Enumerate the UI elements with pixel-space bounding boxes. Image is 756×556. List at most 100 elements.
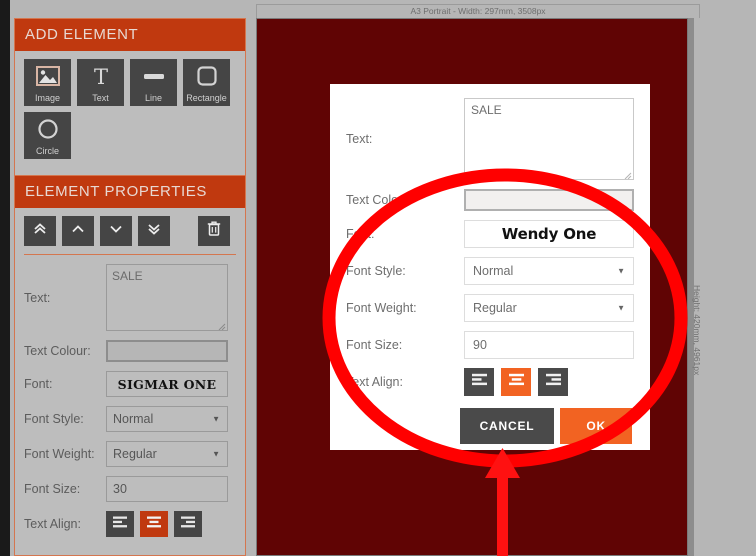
app-root: ADD ELEMENT Image T Text Line Rectangle … [0, 0, 756, 556]
modal-font-size-label: Font Size: [346, 338, 403, 352]
modal-font-style-value: Normal [473, 264, 514, 278]
align-left-icon [111, 515, 129, 534]
double-chevron-down-icon [146, 221, 162, 242]
move-to-front-button[interactable] [24, 216, 56, 246]
modal-font-label: Font: [346, 227, 375, 241]
add-element-title: ADD ELEMENT [15, 19, 245, 51]
sidebar-text-colour-swatch[interactable] [106, 340, 228, 362]
chevron-down-icon: ▼ [212, 449, 220, 459]
cancel-button[interactable]: CANCEL [459, 408, 555, 444]
modal-font-weight-value: Regular [473, 301, 517, 315]
circle-icon [24, 112, 71, 146]
modal-font-size-row: Font Size: 90 [346, 331, 634, 359]
align-right-icon [179, 515, 197, 534]
sidebar-text-input[interactable]: SALE [106, 264, 228, 331]
modal-text-align-group [464, 368, 568, 396]
modal-text-input[interactable]: SALE [464, 98, 634, 180]
sidebar-font-row: Font: SIGMAR ONE [24, 371, 236, 397]
chevron-up-icon [70, 221, 86, 242]
tool-row-1: Image T Text Line Rectangle [24, 59, 236, 106]
svg-text:T: T [93, 65, 107, 87]
move-up-button[interactable] [62, 216, 94, 246]
modal-font-style-row: Font Style: Normal ▼ [346, 257, 634, 285]
sidebar-align-center-button[interactable] [140, 511, 168, 537]
sidebar-text-colour-label: Text Colour: [24, 344, 91, 358]
sidebar-font-style-select[interactable]: Normal ▼ [106, 406, 228, 432]
chevron-down-icon: ▼ [617, 303, 625, 313]
sidebar-text-value: SALE [112, 269, 143, 283]
layer-nav-row [24, 216, 236, 255]
modal-text-colour-row: Text Colour: [346, 189, 634, 211]
sidebar-text-label: Text: [24, 290, 51, 305]
delete-element-button[interactable] [198, 216, 230, 246]
modal-font-value[interactable]: Wendy One [464, 220, 634, 248]
add-circle-button[interactable]: Circle [24, 112, 71, 159]
element-properties-title: ELEMENT PROPERTIES [15, 176, 245, 208]
add-line-button[interactable]: Line [130, 59, 177, 106]
modal-font-style-label: Font Style: [346, 264, 406, 278]
image-icon [24, 59, 71, 93]
modal-text-align-row: Text Align: [346, 368, 634, 396]
modal-font-style-select[interactable]: Normal ▼ [464, 257, 634, 285]
modal-text-colour-swatch[interactable] [464, 189, 634, 211]
sidebar-font-weight-control: Regular ▼ [106, 441, 236, 467]
sidebar-align-right-button[interactable] [174, 511, 202, 537]
modal-font-size-input[interactable]: 90 [464, 331, 634, 359]
sidebar-text-control: SALE [106, 264, 236, 331]
sidebar-text-colour-control [106, 340, 236, 362]
chevron-down-icon: ▼ [617, 266, 625, 276]
sidebar-font-weight-select[interactable]: Regular ▼ [106, 441, 228, 467]
add-line-label: Line [144, 93, 162, 103]
modal-align-center-button[interactable] [501, 368, 531, 396]
sidebar-font-size-input[interactable]: 30 [106, 476, 228, 502]
tool-row-2: Circle [24, 112, 236, 159]
resize-grip-icon[interactable] [217, 320, 226, 330]
add-circle-label: Circle [35, 146, 59, 156]
sidebar-font-control: SIGMAR ONE [106, 371, 236, 397]
modal-text-align-label: Text Align: [346, 375, 403, 389]
sidebar-font-style-label: Font Style: [24, 412, 84, 426]
move-to-back-button[interactable] [138, 216, 170, 246]
sidebar-font-label: Font: [24, 377, 53, 391]
text-icon: T [77, 59, 124, 93]
align-center-icon [507, 372, 526, 392]
modal-text-label: Text: [346, 132, 373, 146]
canvas-ruler-top: A3 Portrait - Width: 297mm, 3508px [256, 4, 700, 18]
move-down-button[interactable] [100, 216, 132, 246]
sidebar-font-size-row: Font Size: 30 [24, 476, 236, 502]
canvas-ruler-right: Height: 420mm, 4961px [692, 284, 702, 376]
modal-text-colour-label: Text Colour: [346, 193, 413, 207]
sidebar-font-value[interactable]: SIGMAR ONE [106, 371, 228, 397]
sidebar-font-style-row: Font Style: Normal ▼ [24, 406, 236, 432]
modal-align-right-button[interactable] [538, 368, 568, 396]
chevron-down-icon [108, 221, 124, 242]
resize-grip-icon[interactable] [623, 169, 632, 179]
ok-button[interactable]: OK [560, 408, 632, 444]
align-right-icon [544, 372, 563, 392]
sidebar-text-colour-row: Text Colour: [24, 340, 236, 362]
left-sidebar: ADD ELEMENT Image T Text Line Rectangle … [10, 0, 256, 556]
double-chevron-up-icon [32, 221, 48, 242]
add-rectangle-button[interactable]: Rectangle [183, 59, 230, 106]
sidebar-text-align-row: Text Align: [24, 511, 236, 537]
add-text-button[interactable]: T Text [77, 59, 124, 106]
add-image-label: Image [34, 93, 60, 103]
element-properties-panel: ELEMENT PROPERTIES Text: SALE Text Colou… [14, 175, 246, 556]
sidebar-align-left-button[interactable] [106, 511, 134, 537]
align-left-icon [470, 372, 489, 392]
align-center-icon [145, 515, 163, 534]
add-text-label: Text [92, 93, 109, 103]
sidebar-font-weight-row: Font Weight: Regular ▼ [24, 441, 236, 467]
sidebar-font-weight-value: Regular [113, 447, 157, 461]
modal-align-left-button[interactable] [464, 368, 494, 396]
modal-font-weight-label: Font Weight: [346, 301, 417, 315]
sidebar-font-style-control: Normal ▼ [106, 406, 236, 432]
modal-text-row: Text: SALE [346, 98, 634, 180]
modal-font-weight-select[interactable]: Regular ▼ [464, 294, 634, 322]
sidebar-font-size-control: 30 [106, 476, 236, 502]
modal-font-weight-row: Font Weight: Regular ▼ [346, 294, 634, 322]
trash-icon [206, 220, 222, 242]
rectangle-icon [183, 59, 230, 93]
add-element-panel: ADD ELEMENT Image T Text Line Rectangle … [14, 18, 246, 176]
add-image-button[interactable]: Image [24, 59, 71, 106]
